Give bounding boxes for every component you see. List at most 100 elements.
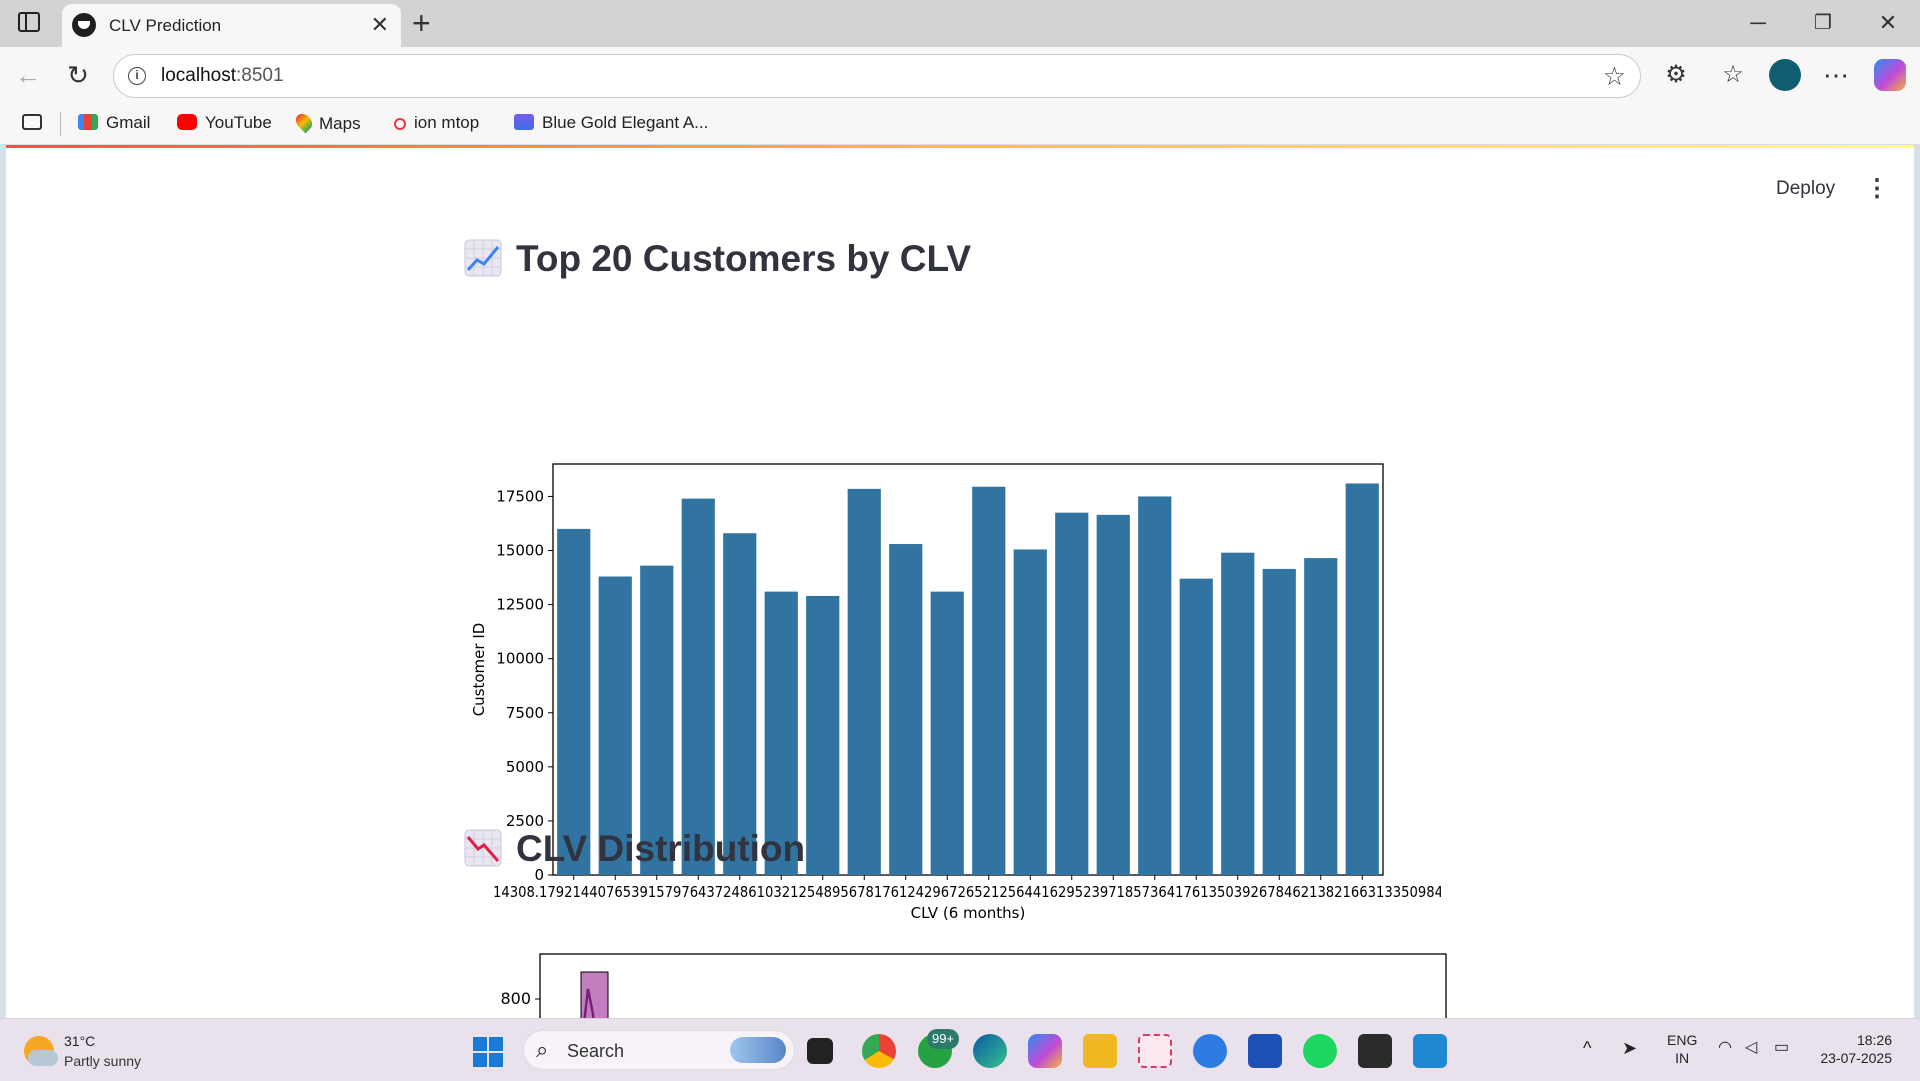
favorite-star-icon[interactable]: ☆ [1603, 62, 1626, 90]
task-view-icon[interactable] [807, 1038, 833, 1064]
microsoft-store-icon[interactable] [1248, 1034, 1282, 1068]
copilot-icon[interactable] [1874, 59, 1906, 91]
bar [1013, 549, 1047, 875]
tab-strip: CLV Prediction ✕ + ─ ❐ ✕ [0, 0, 1920, 47]
plot-frame [539, 953, 1447, 1018]
new-tab-icon[interactable]: + [412, 6, 431, 40]
site-info-icon[interactable]: i [128, 67, 146, 85]
refresh-icon[interactable]: ↻ [62, 59, 94, 91]
favorites-icon[interactable]: ☆ [1717, 59, 1749, 91]
maps-pin-icon [292, 110, 316, 134]
start-button-icon[interactable] [473, 1037, 503, 1067]
y-tick-label: 7500 [506, 704, 544, 722]
bar [1221, 552, 1255, 875]
bookmark-ion-mtop[interactable]: ion mtop [394, 113, 479, 133]
y-tick-label: 15000 [496, 542, 544, 560]
y-tick-label: 800 [500, 989, 531, 1008]
edge-icon[interactable] [973, 1034, 1007, 1068]
bar [723, 533, 757, 875]
language-indicator[interactable]: ENG IN [1667, 1031, 1697, 1067]
minimize-icon[interactable]: ─ [1738, 8, 1778, 38]
bookmark-youtube[interactable]: YouTube [177, 113, 272, 133]
file-explorer-icon[interactable] [1083, 1034, 1117, 1068]
bar [1138, 496, 1172, 875]
streamlit-favicon-icon [72, 13, 96, 37]
show-hidden-icons-chevron-icon[interactable]: ^ [1583, 1039, 1591, 1057]
bar [930, 591, 964, 875]
back-icon[interactable]: ← [12, 59, 44, 91]
whatsapp-unread-badge: 99+ [927, 1029, 960, 1049]
ion-icon [394, 118, 406, 130]
battery-icon[interactable]: ▭ [1774, 1039, 1789, 1057]
location-icon[interactable]: ➤ [1622, 1039, 1637, 1057]
canva-icon [514, 114, 534, 130]
bar [1345, 483, 1379, 875]
bar [847, 488, 881, 875]
gmail-icon [78, 114, 98, 130]
y-axis-label: Customer ID [470, 623, 488, 717]
search-label: Search [567, 1041, 625, 1061]
get-help-icon[interactable] [1193, 1034, 1227, 1068]
address-bar[interactable]: i localhost:8501 ☆ [113, 54, 1641, 98]
copilot-app-icon[interactable] [1028, 1034, 1062, 1068]
clv-distribution-histogram: 800 [500, 953, 1447, 1018]
bar [1096, 514, 1130, 875]
youtube-icon [177, 114, 197, 130]
extensions-icon[interactable]: ⚙ [1660, 59, 1692, 91]
tab-actions-icon[interactable] [18, 12, 40, 32]
collections-icon[interactable] [22, 113, 50, 133]
x-tick-labels-overlapping: 14308.1792144076539157976437248610321254… [493, 883, 1441, 901]
taskbar-search[interactable]: ⌕ Search [523, 1030, 795, 1070]
browser-toolbar: ← ↻ i localhost:8501 ☆ ⚙ ☆ ⋯ [0, 47, 1920, 104]
more-options-icon[interactable]: ⋯ [1820, 59, 1852, 91]
y-tick-label: 5000 [506, 758, 544, 776]
section-title-top-customers: Top 20 Customers by CLV [464, 238, 971, 280]
vscode-icon[interactable] [1413, 1034, 1447, 1068]
tab-title: CLV Prediction [109, 16, 222, 35]
window-close-icon[interactable]: ✕ [1868, 8, 1908, 38]
bar [972, 486, 1006, 875]
main-menu-icon[interactable]: ⋮ [1865, 177, 1889, 201]
windows-taskbar: 31°C Partly sunny ⌕ Search 99+ ^ ➤ ENG IN… [0, 1018, 1920, 1081]
bookmarks-bar: Gmail YouTube Maps ion mtop Blue Gold El… [0, 104, 1920, 144]
search-highlight-image [730, 1037, 786, 1063]
tab-close-icon[interactable]: ✕ [371, 13, 389, 37]
bar [1262, 568, 1296, 875]
plot-frame [552, 463, 1384, 876]
deploy-button[interactable]: Deploy [1776, 178, 1835, 200]
chart-increasing-icon [464, 239, 502, 277]
y-tick-label: 12500 [496, 596, 544, 614]
active-tab[interactable]: CLV Prediction ✕ [62, 4, 401, 47]
streamlit-decoration-bar [6, 145, 1914, 148]
bar [889, 544, 923, 875]
bookmark-gmail[interactable]: Gmail [78, 113, 150, 133]
clock[interactable]: 18:26 23-07-2025 [1812, 1031, 1892, 1067]
volume-icon[interactable]: ◁ [1745, 1039, 1757, 1057]
weather-temperature[interactable]: 31°C [64, 1033, 95, 1049]
chart-decreasing-icon [464, 829, 502, 867]
terminal-icon[interactable] [1358, 1034, 1392, 1068]
section-title-clv-distribution: CLV Distribution [464, 828, 805, 870]
snipping-tool-icon[interactable] [1138, 1034, 1172, 1068]
bar [1304, 558, 1338, 875]
restore-icon[interactable]: ❐ [1803, 8, 1843, 38]
bookmarks-divider [60, 112, 61, 136]
app-page: Deploy ⋮ Top 20 Customers by CLV 0 2500 50… [6, 145, 1914, 1018]
search-icon: ⌕ [536, 1037, 549, 1062]
spotify-icon[interactable] [1303, 1034, 1337, 1068]
bar [1179, 578, 1213, 875]
weather-partly-sunny-icon[interactable] [24, 1036, 58, 1066]
bookmark-blue-gold[interactable]: Blue Gold Elegant A... [514, 113, 708, 133]
bar [1055, 512, 1089, 875]
chrome-icon[interactable] [862, 1034, 896, 1068]
bar [557, 528, 591, 875]
url-text[interactable]: localhost:8501 [161, 65, 284, 87]
y-tick-label: 17500 [496, 487, 544, 505]
weather-description[interactable]: Partly sunny [64, 1053, 141, 1069]
profile-avatar[interactable] [1769, 59, 1801, 91]
wifi-icon[interactable]: ◠ [1718, 1039, 1732, 1057]
bar [681, 498, 715, 875]
y-tick-label: 10000 [496, 650, 544, 668]
bookmark-maps[interactable]: Maps [292, 110, 361, 134]
bar [806, 595, 840, 875]
